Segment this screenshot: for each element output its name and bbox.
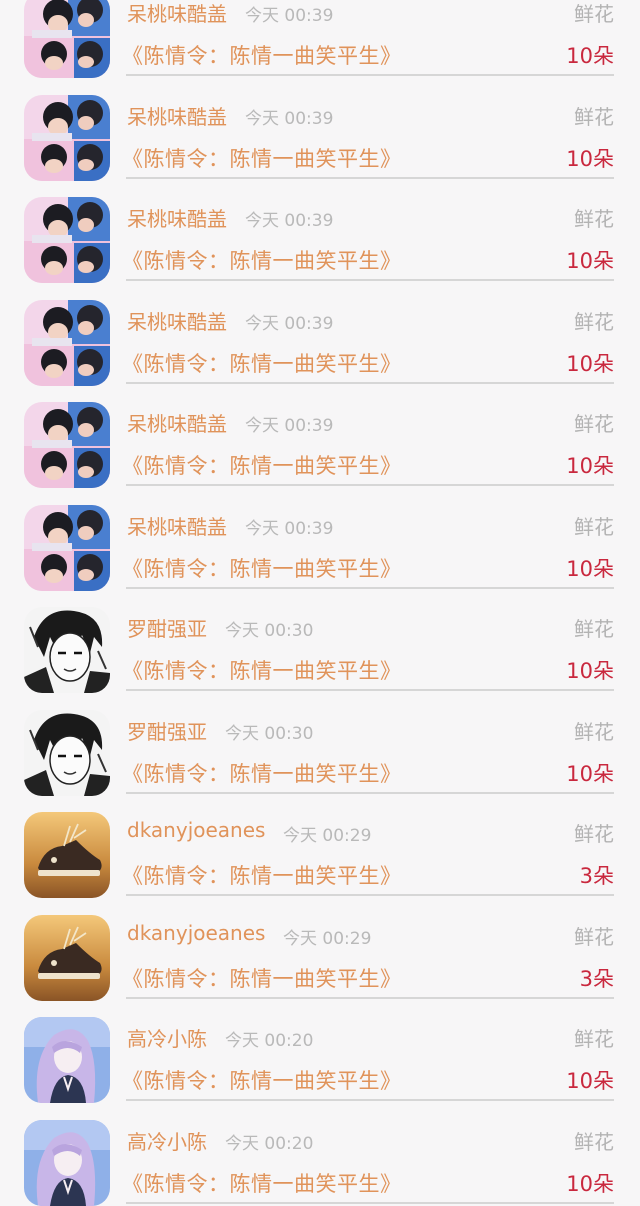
list-item[interactable]: 呆桃味酷盖 今天 00:39 鲜花《陈情令：陈情一曲笑平生》 10朵 xyxy=(0,485,640,591)
list-item[interactable]: 罗酣强亚 今天 00:30 鲜花《陈情令：陈情一曲笑平生》 10朵 xyxy=(0,690,640,796)
gift-type: 鲜花 xyxy=(574,104,614,129)
avatar[interactable] xyxy=(24,504,110,591)
avatar[interactable] xyxy=(24,94,110,181)
avatar[interactable] xyxy=(24,607,110,693)
timestamp: 今天 00:39 xyxy=(245,108,334,129)
gift-count: 10朵 xyxy=(566,1171,614,1196)
timestamp: 今天 00:29 xyxy=(283,826,372,846)
gift-record-list[interactable]: 呆桃味酷盖 今天 00:39 鲜花 《陈情令：陈情一曲笑平生》 10朵 呆桃味酷盖 今天 0… xyxy=(0,0,640,1206)
timestamp: 今天 00:30 xyxy=(225,621,314,641)
avatar[interactable] xyxy=(24,914,110,1001)
work-title[interactable]: 《陈情令：陈情一曲笑平生》 xyxy=(122,1168,402,1198)
work-title[interactable]: 《陈情令：陈情一曲笑平生》 xyxy=(122,143,402,173)
gift-count: 3朵 xyxy=(579,966,614,991)
avatar[interactable] xyxy=(24,0,110,78)
work-title[interactable]: 《陈情令：陈情一曲笑平生》 xyxy=(122,655,402,685)
avatar[interactable] xyxy=(24,812,110,898)
gift-type: 鲜花 xyxy=(574,207,614,231)
gift-count: 10朵 xyxy=(566,1069,614,1093)
timestamp: 今天 00:20 xyxy=(225,1031,314,1051)
user-name[interactable]: dkanyjoeanes xyxy=(127,818,265,842)
user-name[interactable]: 呆桃味酷盖 xyxy=(127,511,227,540)
gift-count: 10朵 xyxy=(566,556,614,581)
timestamp: 今天 00:39 xyxy=(245,518,334,539)
work-title[interactable]: 《陈情令：陈情一曲笑平生》 xyxy=(122,1065,402,1095)
avatar[interactable] xyxy=(24,402,110,488)
gift-type: 鲜花 xyxy=(574,822,614,846)
gift-type: 鲜花 xyxy=(574,2,614,26)
gift-count: 10朵 xyxy=(566,249,614,273)
list-item[interactable]: 呆桃味酷盖 今天 00:39 鲜花《陈情令：陈情一曲笑平生》 10朵 xyxy=(0,0,640,78)
user-name[interactable]: 高冷小陈 xyxy=(127,1023,207,1052)
gift-count: 3朵 xyxy=(579,864,614,888)
work-title[interactable]: 《陈情令：陈情一曲笑平生》 xyxy=(122,245,402,275)
user-name[interactable]: 呆桃味酷盖 xyxy=(127,101,227,130)
gift-type: 鲜花 xyxy=(574,719,614,744)
timestamp: 今天 00:30 xyxy=(225,723,314,744)
work-title[interactable]: 《陈情令：陈情一曲笑平生》 xyxy=(122,553,402,583)
gift-type: 鲜花 xyxy=(574,1129,614,1154)
user-name[interactable]: dkanyjoeanes xyxy=(127,921,265,945)
work-title[interactable]: 《陈情令：陈情一曲笑平生》 xyxy=(122,758,402,788)
user-name[interactable]: 呆桃味酷盖 xyxy=(127,203,227,232)
gift-type: 鲜花 xyxy=(574,514,614,539)
work-title[interactable]: 《陈情令：陈情一曲笑平生》 xyxy=(122,450,402,480)
gift-count: 10朵 xyxy=(566,659,614,683)
list-item[interactable]: 高冷小陈 今天 00:20 鲜花《陈情令：陈情一曲笑平生》 10朵 xyxy=(0,997,640,1103)
list-item[interactable]: 高冷小陈 今天 00:20 鲜花《陈情令：陈情一曲笑平生》 10朵 xyxy=(0,1100,640,1206)
list-item[interactable]: 呆桃味酷盖 今天 00:39 鲜花《陈情令：陈情一曲笑平生》 10朵 xyxy=(0,382,640,488)
divider xyxy=(126,1201,614,1204)
user-name[interactable]: 罗酣强亚 xyxy=(127,716,207,745)
gift-count: 10朵 xyxy=(566,761,614,786)
avatar[interactable] xyxy=(24,1119,110,1206)
timestamp: 今天 00:39 xyxy=(245,6,334,26)
work-title[interactable]: 《陈情令：陈情一曲笑平生》 xyxy=(122,860,402,890)
timestamp: 今天 00:39 xyxy=(245,416,334,436)
list-item[interactable]: 呆桃味酷盖 今天 00:39 鲜花《陈情令：陈情一曲笑平生》 10朵 xyxy=(0,280,640,386)
avatar[interactable] xyxy=(24,197,110,283)
timestamp: 今天 00:39 xyxy=(245,211,334,231)
gift-count: 10朵 xyxy=(566,454,614,478)
gift-count: 10朵 xyxy=(566,146,614,171)
user-name[interactable]: 呆桃味酷盖 xyxy=(127,306,227,335)
list-item[interactable]: 呆桃味酷盖 今天 00:39 鲜花《陈情令：陈情一曲笑平生》 10朵 xyxy=(0,177,640,283)
list-item[interactable]: dkanyjoeanes 今天 00:29 鲜花《陈情令：陈情一曲笑平生》 3朵 xyxy=(0,792,640,898)
timestamp: 今天 00:29 xyxy=(283,928,372,949)
gift-type: 鲜花 xyxy=(574,309,614,334)
list-item[interactable]: 呆桃味酷盖 今天 00:39 鲜花《陈情令：陈情一曲笑平生》 10朵 xyxy=(0,75,640,181)
list-item[interactable]: 罗酣强亚 今天 00:30 鲜花《陈情令：陈情一曲笑平生》 10朵 xyxy=(0,587,640,693)
user-name[interactable]: 呆桃味酷盖 xyxy=(127,0,227,27)
gift-type: 鲜花 xyxy=(574,1027,614,1051)
gift-type: 鲜花 xyxy=(574,412,614,436)
user-name[interactable]: 罗酣强亚 xyxy=(127,613,207,642)
gift-count: 10朵 xyxy=(566,44,614,68)
gift-type: 鲜花 xyxy=(574,924,614,949)
work-title[interactable]: 《陈情令：陈情一曲笑平生》 xyxy=(122,963,402,993)
user-name[interactable]: 高冷小陈 xyxy=(127,1126,207,1155)
list-item[interactable]: dkanyjoeanes 今天 00:29 鲜花《陈情令：陈情一曲笑平生》 3朵 xyxy=(0,895,640,1001)
avatar[interactable] xyxy=(24,299,110,386)
work-title[interactable]: 《陈情令：陈情一曲笑平生》 xyxy=(122,348,402,378)
timestamp: 今天 00:20 xyxy=(225,1133,314,1154)
gift-type: 鲜花 xyxy=(574,617,614,641)
work-title[interactable]: 《陈情令：陈情一曲笑平生》 xyxy=(122,40,402,70)
gift-count: 10朵 xyxy=(566,351,614,376)
avatar[interactable] xyxy=(24,1017,110,1103)
user-name[interactable]: 呆桃味酷盖 xyxy=(127,408,227,437)
timestamp: 今天 00:39 xyxy=(245,313,334,334)
avatar[interactable] xyxy=(24,709,110,796)
